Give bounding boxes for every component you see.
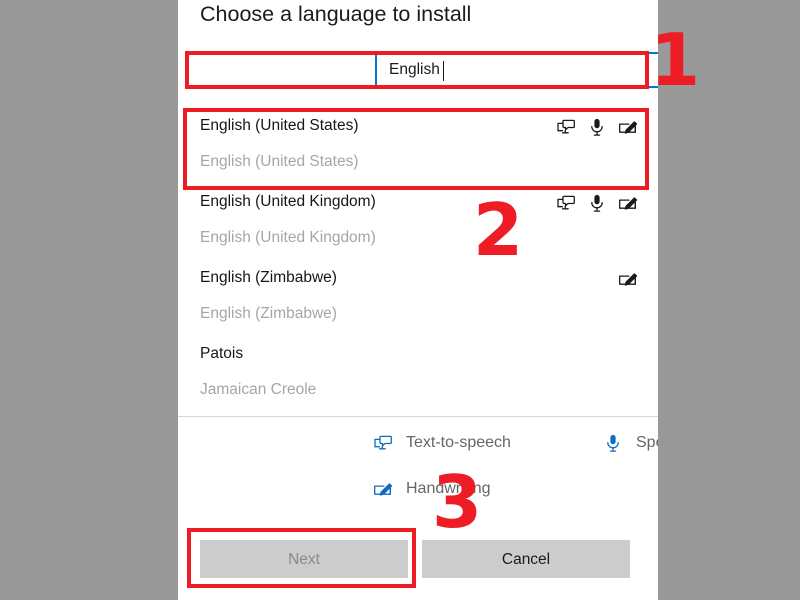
page-title: Choose a language to install <box>200 2 471 27</box>
text-to-speech-icon <box>373 433 393 453</box>
legend-label: Text-to-speech <box>406 434 511 452</box>
dialog-footer: Next Cancel <box>178 540 658 578</box>
cancel-button[interactable]: Cancel <box>422 540 630 578</box>
legend-item-speech-recognition: Speech recognition <box>603 433 658 453</box>
next-button[interactable]: Next <box>200 540 408 578</box>
language-list-item-1[interactable]: English (United Kingdom) English (United… <box>178 180 658 256</box>
language-list-item-2[interactable]: English (Zimbabwe) English (Zimbabwe) <box>178 256 658 332</box>
screenshot-root: Choose a language to install English ✕ E… <box>0 0 800 600</box>
language-list-item-0[interactable]: English (United States) English (United … <box>178 104 658 180</box>
handwriting-icon <box>618 117 638 137</box>
search-row: English ✕ <box>375 52 658 88</box>
language-native-name: English (Zimbabwe) <box>200 304 634 324</box>
legend-label: Speech recognition <box>636 434 658 452</box>
legend-row-2: Handwriting <box>178 471 658 517</box>
speech-recognition-icon <box>603 433 623 453</box>
text-caret <box>443 61 444 81</box>
legend-item-handwriting: Handwriting <box>373 479 490 499</box>
choose-language-dialog: Choose a language to install English ✕ E… <box>178 0 658 600</box>
feature-legend: Text-to-speech Speech recognition <box>178 425 658 517</box>
handwriting-icon <box>618 269 638 289</box>
language-feature-icons <box>618 269 638 289</box>
divider <box>178 416 658 417</box>
search-input-value: English <box>389 61 440 79</box>
legend-row-1: Text-to-speech Speech recognition <box>178 425 658 471</box>
legend-item-text-to-speech: Text-to-speech <box>373 433 511 453</box>
handwriting-icon <box>373 479 393 499</box>
text-to-speech-icon <box>556 193 576 213</box>
handwriting-icon <box>618 193 638 213</box>
language-feature-icons <box>556 117 638 137</box>
language-name: English (Zimbabwe) <box>200 268 634 288</box>
language-native-name: English (United States) <box>200 152 634 172</box>
language-native-name: English (United Kingdom) <box>200 228 634 248</box>
language-list-item-3[interactable]: Patois Jamaican Creole <box>178 332 658 408</box>
language-name: Patois <box>200 344 634 364</box>
search-input[interactable]: English ✕ <box>375 52 658 88</box>
text-to-speech-icon <box>556 117 576 137</box>
speech-recognition-icon <box>587 193 607 213</box>
speech-recognition-icon <box>587 117 607 137</box>
language-list: English (United States) English (United … <box>178 104 658 408</box>
language-feature-icons <box>556 193 638 213</box>
legend-label: Handwriting <box>406 480 490 498</box>
language-native-name: Jamaican Creole <box>200 380 634 400</box>
